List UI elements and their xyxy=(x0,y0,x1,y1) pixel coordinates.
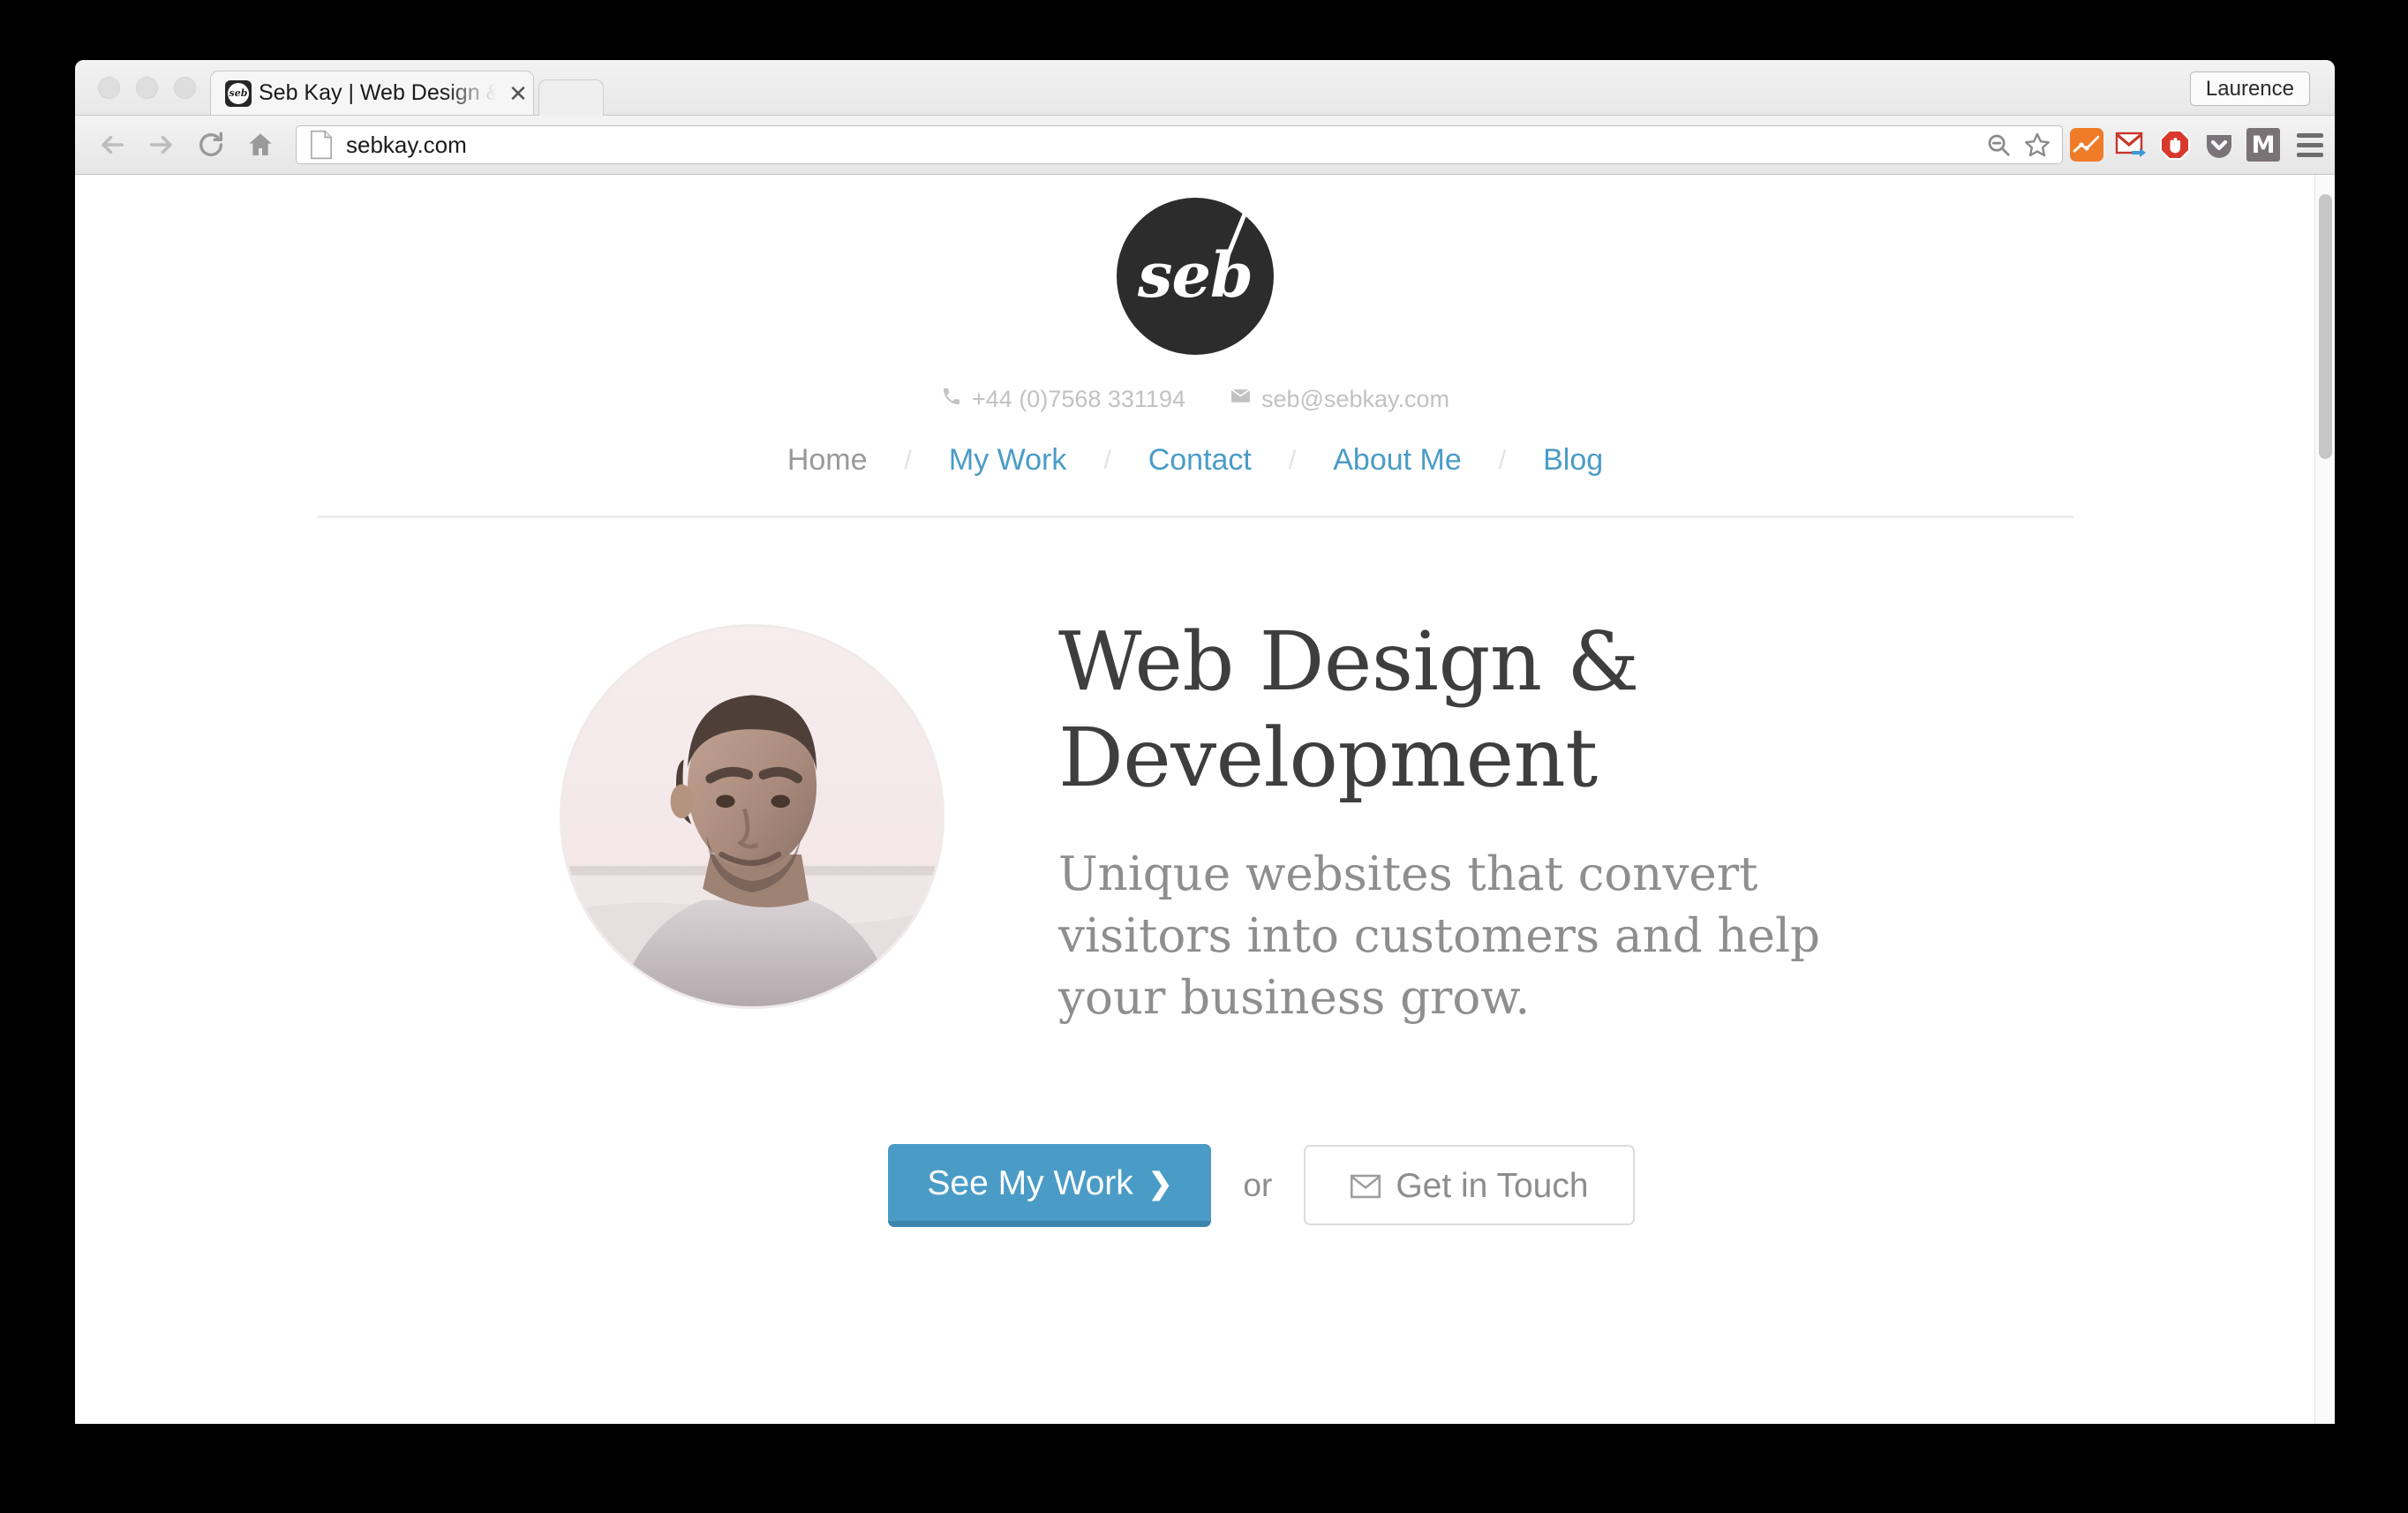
zoom-out-icon[interactable] xyxy=(1979,127,2018,162)
portrait-illustration xyxy=(561,627,942,1006)
envelope-icon xyxy=(1230,385,1252,413)
url-text: sebkay.com xyxy=(346,131,467,158)
nav-separator: / xyxy=(1498,445,1507,475)
nav-item-home[interactable]: Home xyxy=(782,443,873,478)
website-content: seb +44 (0)7568 331194 seb@sebkay.com Ho… xyxy=(75,175,2315,1424)
nav-item-my-work[interactable]: My Work xyxy=(944,443,1072,478)
profile-button[interactable]: Laurence xyxy=(2189,72,2310,106)
pocket-icon[interactable] xyxy=(2202,128,2236,162)
hero-title: Web Design & Development xyxy=(1058,614,1639,806)
favicon-label: seb xyxy=(228,82,249,104)
site-logo[interactable]: seb xyxy=(1117,198,1274,355)
nav-separator: / xyxy=(904,445,912,475)
home-icon[interactable] xyxy=(236,120,285,169)
envelope-icon xyxy=(1350,1173,1381,1200)
close-tab-button[interactable]: ✕ xyxy=(503,82,533,105)
hero-photo-container xyxy=(555,613,948,1009)
hero-copy: Web Design & Development Unique websites… xyxy=(948,613,1835,1029)
phone-contact[interactable]: +44 (0)7568 331194 xyxy=(941,386,1185,413)
hero-section: Web Design & Development Unique websites… xyxy=(75,518,2315,1029)
get-in-touch-label: Get in Touch xyxy=(1396,1167,1589,1206)
adblock-icon[interactable] xyxy=(2158,128,2192,162)
bookmark-star-icon[interactable] xyxy=(2018,127,2057,162)
tab-title: Seb Kay | Web Design & De xyxy=(259,80,503,105)
mega-icon[interactable]: M xyxy=(2246,128,2280,162)
extension-icons: M xyxy=(2070,128,2285,162)
reload-icon[interactable] xyxy=(186,120,236,169)
get-in-touch-button[interactable]: Get in Touch xyxy=(1304,1145,1635,1226)
phone-icon xyxy=(941,386,962,413)
browser-tab-active[interactable]: seb Seb Kay | Web Design & De ✕ xyxy=(210,71,534,115)
see-my-work-label: See My Work xyxy=(927,1163,1133,1202)
profile-name-label: Laurence xyxy=(2205,76,2294,101)
site-header: seb +44 (0)7568 331194 seb@sebkay.com Ho… xyxy=(75,175,2315,518)
header-contact-line: +44 (0)7568 331194 seb@sebkay.com xyxy=(75,385,2315,413)
window-traffic-lights xyxy=(98,77,196,99)
nav-item-about-me[interactable]: About Me xyxy=(1328,443,1467,478)
page-scrollbar[interactable] xyxy=(2314,175,2335,1424)
gmail-checker-icon[interactable] xyxy=(2114,128,2148,162)
site-logo-label: seb xyxy=(1138,237,1253,312)
forward-arrow-icon[interactable] xyxy=(137,120,186,169)
minimize-window-button[interactable] xyxy=(136,77,158,99)
mega-letter: M xyxy=(2251,131,2276,159)
phone-number: +44 (0)7568 331194 xyxy=(972,385,1185,412)
nav-separator: / xyxy=(1288,445,1297,475)
page-viewport: seb +44 (0)7568 331194 seb@sebkay.com Ho… xyxy=(75,175,2335,1424)
email-contact[interactable]: seb@sebkay.com xyxy=(1230,385,1449,413)
back-arrow-icon[interactable] xyxy=(87,120,137,169)
browser-window: seb Seb Kay | Web Design & De ✕ Laurence xyxy=(75,60,2335,1424)
nav-separator: / xyxy=(1103,445,1111,475)
hero-subtitle: Unique websites that convert visitors in… xyxy=(1058,847,1820,1025)
close-window-button[interactable] xyxy=(98,77,120,99)
nav-item-blog[interactable]: Blog xyxy=(1538,443,1608,478)
chevron-right-icon: ❯ xyxy=(1148,1167,1173,1201)
new-tab-button[interactable] xyxy=(538,79,604,116)
email-address: seb@sebkay.com xyxy=(1260,385,1449,412)
tab-strip: seb Seb Kay | Web Design & De ✕ Laurence xyxy=(75,60,2335,116)
google-analytics-icon[interactable] xyxy=(2070,128,2103,162)
browser-toolbar: sebkay.com M xyxy=(75,116,2335,175)
scrollbar-thumb[interactable] xyxy=(2319,194,2332,459)
main-navigation: Home / My Work / Contact / About Me / Bl… xyxy=(75,443,2315,478)
portrait-photo xyxy=(559,624,944,1009)
nav-item-contact[interactable]: Contact xyxy=(1143,443,1257,478)
address-bar[interactable]: sebkay.com xyxy=(296,125,2063,164)
cta-or-label: or xyxy=(1243,1166,1273,1203)
page-icon xyxy=(309,130,334,160)
maximize-window-button[interactable] xyxy=(174,77,196,99)
favicon-icon: seb xyxy=(225,79,252,107)
see-my-work-button[interactable]: See My Work ❯ xyxy=(888,1143,1212,1227)
hamburger-menu-icon[interactable] xyxy=(2289,124,2331,166)
hero-cta-row: See My Work ❯ or Get in Touch xyxy=(75,1143,2315,1227)
